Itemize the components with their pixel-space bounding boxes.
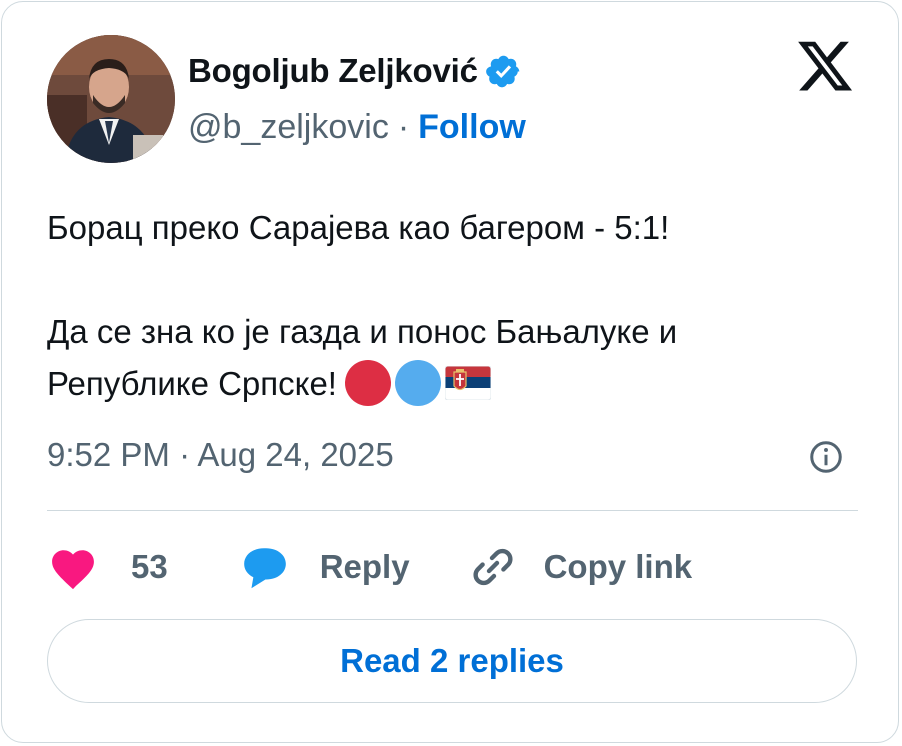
tweet-line-3-wrap: Републике Српске!: [47, 358, 847, 410]
red-circle-emoji: [344, 360, 391, 407]
tweet-line-3: Републике Српске!: [47, 365, 337, 402]
author-handle-row: @b_zeljkovic · Follow: [188, 108, 526, 147]
follow-button[interactable]: Follow: [418, 108, 526, 147]
separator-dot: ·: [397, 108, 410, 146]
tweet-card: Bogoljub Zeljković @b_zeljkovic · Follow…: [1, 1, 899, 743]
tweet-text: Борац преко Сарајева као багером - 5:1! …: [47, 202, 847, 410]
x-logo-icon[interactable]: [795, 40, 855, 96]
tweet-timestamp[interactable]: 9:52 PM · Aug 24, 2025: [47, 436, 394, 474]
reply-button[interactable]: Reply: [240, 544, 410, 590]
link-icon: [473, 548, 513, 586]
emoji-group: [344, 360, 491, 407]
read-replies-button[interactable]: Read 2 replies: [47, 619, 857, 703]
blue-circle-emoji: [394, 360, 441, 407]
reply-label: Reply: [319, 548, 410, 585]
author-name-row: Bogoljub Zeljković: [188, 52, 522, 90]
author-handle[interactable]: @b_zeljkovic: [188, 108, 389, 147]
verified-badge-icon: [485, 55, 520, 87]
divider: [47, 510, 858, 511]
tweet-line-2: Да се зна ко је газда и понос Бањалуке и: [47, 313, 678, 350]
info-icon[interactable]: [808, 439, 844, 475]
copy-link-button[interactable]: Copy link: [468, 543, 693, 591]
tweet-line-1: Борац преко Сарајева као багером - 5:1!: [47, 209, 670, 246]
like-count: 53: [131, 548, 168, 585]
heart-icon: [52, 550, 94, 590]
reply-bubble-icon: [243, 548, 286, 589]
copy-link-label: Copy link: [543, 548, 693, 585]
like-button[interactable]: 53: [47, 544, 168, 590]
serbia-flag-emoji: [444, 366, 491, 401]
avatar[interactable]: [47, 35, 175, 163]
avatar-photo: [47, 35, 175, 163]
author-name[interactable]: Bogoljub Zeljković: [188, 52, 478, 90]
action-bar: 53 Reply Copy link: [47, 542, 692, 592]
